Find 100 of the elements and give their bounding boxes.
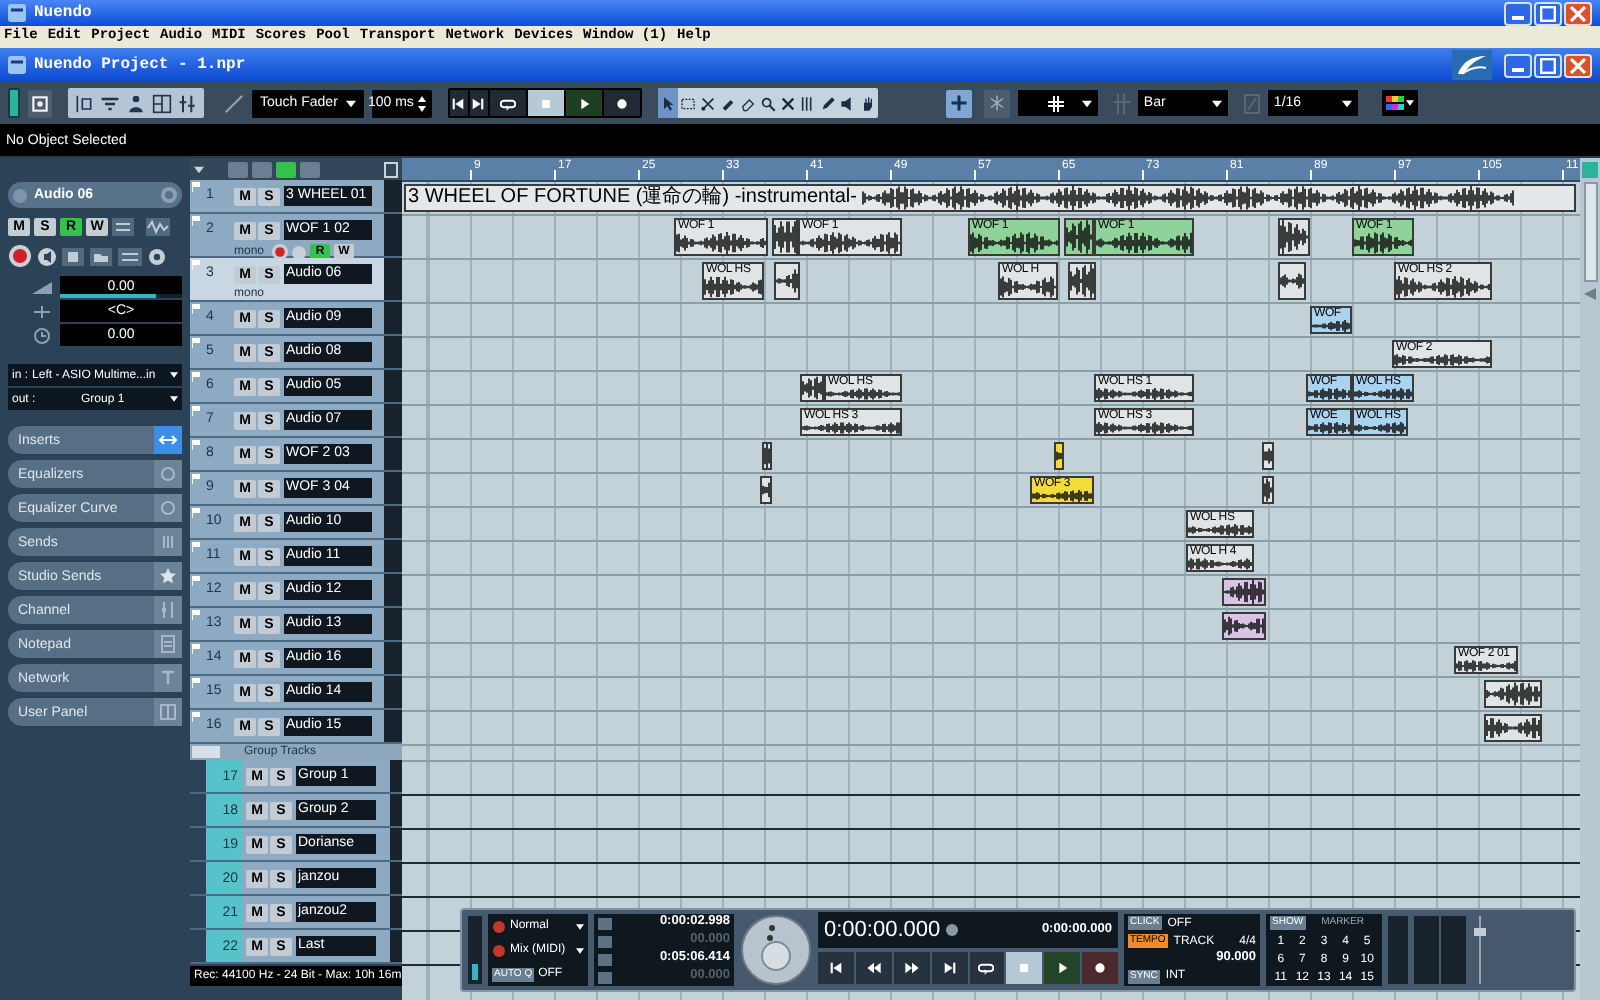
transport-button[interactable] [893, 952, 930, 984]
toolbar-button[interactable] [28, 89, 52, 117]
delay-icon [32, 325, 52, 345]
ruler-tick [470, 170, 472, 180]
transport-button[interactable] [469, 90, 488, 116]
play-icon [575, 95, 592, 111]
minimize-button[interactable] [1504, 1, 1532, 25]
flag-icon [192, 338, 200, 348]
skip-forward-icon [941, 960, 958, 976]
maximize-button[interactable] [1534, 1, 1562, 25]
swoosh-logo-icon [1452, 50, 1492, 80]
wave-icon [146, 218, 170, 236]
flag-icon [192, 474, 200, 484]
ruler-tick [974, 170, 976, 180]
maximize-button[interactable] [1534, 53, 1562, 77]
pointer-icon [659, 95, 676, 111]
maximize-icon [1540, 57, 1556, 73]
transport-button[interactable] [969, 952, 1005, 984]
toggle-button[interactable] [945, 89, 972, 117]
grid-icon [1047, 95, 1064, 111]
lane-icon [74, 93, 94, 113]
caret-icon [194, 165, 204, 173]
transport-button[interactable] [855, 952, 892, 984]
transport-button[interactable] [931, 952, 967, 984]
transport-button[interactable] [1006, 952, 1043, 984]
volume-icon [32, 277, 52, 297]
waveform-drawing [1032, 490, 1092, 502]
transport-button[interactable] [565, 90, 602, 116]
flag-icon [192, 260, 200, 270]
close-button[interactable] [1564, 1, 1592, 25]
waveform-drawing [1354, 422, 1406, 434]
waveform-drawing [1354, 232, 1412, 254]
circle-icon [158, 464, 178, 484]
level-meter-icon [468, 916, 482, 984]
level-meter-icon [1388, 916, 1408, 984]
position-time: 0:00:00.000 [824, 919, 941, 941]
close-icon [1570, 5, 1586, 21]
fast-forward-icon [903, 960, 920, 976]
waveform-drawing [1096, 422, 1192, 434]
ruler-tick [722, 170, 724, 180]
stop-icon [537, 95, 554, 111]
lanes-icon [112, 218, 134, 236]
transport-button[interactable] [1044, 952, 1081, 984]
caret-icon [576, 947, 584, 953]
waveform-drawing [1312, 320, 1350, 332]
ruler-tick [1394, 170, 1396, 180]
transport-button[interactable] [449, 90, 468, 116]
speaker-icon [38, 247, 56, 265]
flag-icon [192, 576, 200, 586]
scroll-thumb[interactable] [1583, 182, 1597, 282]
flag-icon [192, 610, 200, 620]
pan-icon [32, 301, 52, 321]
close-button[interactable] [1564, 53, 1592, 77]
waveform-drawing [1188, 524, 1252, 536]
insert-icon [158, 430, 178, 450]
caret-icon [345, 99, 356, 107]
ruler-tick [1310, 170, 1312, 180]
magnifier-icon [759, 95, 776, 111]
color-button[interactable] [1381, 90, 1418, 116]
toggle-button[interactable] [983, 89, 1010, 117]
tool-button[interactable] [657, 88, 678, 118]
grid-lines-icon [1113, 93, 1130, 113]
people-icon [126, 93, 146, 113]
window-title: Nuendo [34, 5, 92, 21]
color-palette-icon [1385, 96, 1404, 110]
toggle-button[interactable] [228, 161, 248, 177]
transport-button[interactable] [1082, 952, 1118, 984]
hand-icon [859, 95, 876, 111]
square-icon [384, 161, 398, 177]
fader-icon [158, 600, 178, 620]
scissors-icon [699, 95, 716, 111]
flag-icon [192, 372, 200, 382]
flag-icon [192, 216, 200, 226]
ruler-tick [554, 170, 556, 180]
ruler-tick [806, 170, 808, 180]
skip-back-icon [450, 95, 467, 111]
transport-button[interactable] [527, 90, 564, 116]
flag-icon [192, 542, 200, 552]
transport-button[interactable] [818, 952, 854, 984]
waveform-drawing [704, 276, 762, 298]
transport-button[interactable] [603, 90, 640, 116]
loop-icon [978, 960, 995, 976]
waveform-drawing [676, 232, 766, 254]
flag-icon [192, 440, 200, 450]
ruler-tick [890, 170, 892, 180]
waveform-drawing [802, 422, 900, 434]
transport-button[interactable] [489, 90, 526, 116]
waveform-drawing [1188, 558, 1252, 570]
toggle-button[interactable] [300, 161, 320, 177]
minimize-button[interactable] [1504, 53, 1532, 77]
inspector-toggle[interactable] [8, 88, 20, 118]
app-icon [8, 4, 26, 22]
grid-dropdown[interactable] [1017, 90, 1098, 116]
skip-back-icon [827, 960, 844, 976]
toggle-button[interactable] [252, 161, 272, 177]
waveform-drawing [800, 232, 900, 254]
caret-icon [576, 923, 584, 929]
toggle-button[interactable] [276, 161, 296, 177]
snap-icon [949, 94, 968, 112]
window-layout-icon [152, 93, 172, 113]
